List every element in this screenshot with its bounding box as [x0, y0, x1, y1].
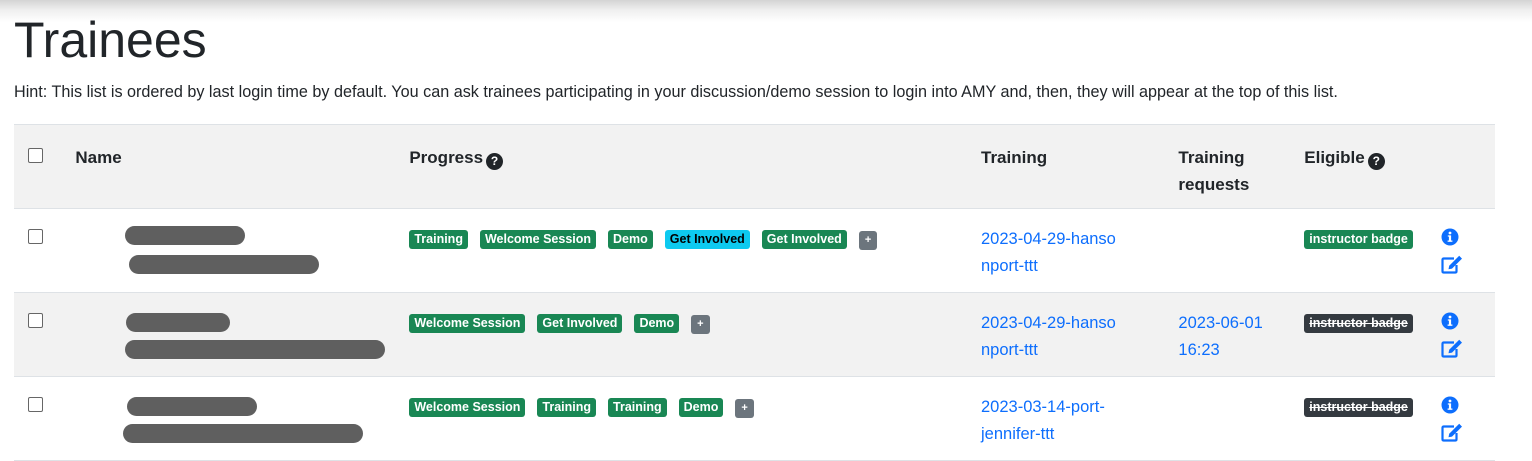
header-select-cell [14, 124, 64, 209]
redacted-email [123, 424, 364, 443]
edit-icon[interactable] [1441, 255, 1463, 283]
training-cell: 2023-04-29-hansonport-ttt [969, 293, 1166, 377]
row-select-cell [14, 377, 63, 461]
trainees-table: Name Progress? Training Training request… [14, 124, 1495, 461]
eligible-cell: instructor badge [1292, 209, 1437, 293]
table-row: Training Welcome Session Demo Get Involved G… [14, 209, 1495, 293]
header-training: Training [969, 124, 1167, 209]
info-circle-icon[interactable] [1441, 228, 1459, 255]
eligible-badge: instructor badge [1304, 398, 1413, 417]
table-header-row: Name Progress? Training Training request… [14, 124, 1495, 209]
row-checkbox[interactable] [28, 229, 43, 244]
name-cell [63, 377, 397, 461]
header-eligible-label: Eligible [1304, 148, 1365, 167]
actions-cell [1437, 293, 1495, 377]
redacted-name[interactable] [126, 313, 231, 332]
table-row: Welcome Session Training Training Demo + 202… [14, 377, 1495, 461]
header-training-requests: Training requests [1166, 124, 1293, 209]
info-circle-icon[interactable] [1441, 396, 1459, 423]
hint-text: Hint: This list is ordered by last login… [14, 83, 1338, 101]
header-eligible: Eligible? [1292, 124, 1437, 209]
progress-cell: Welcome Session Get Involved Demo + [397, 293, 969, 377]
request-cell [1166, 377, 1292, 461]
eligible-badge: instructor badge [1304, 230, 1413, 249]
row-checkbox[interactable] [28, 397, 43, 412]
progress-badge: Training [608, 398, 667, 417]
eligible-cell: instructor badge [1292, 293, 1437, 377]
progress-cell: Welcome Session Training Training Demo + [397, 377, 969, 461]
eligible-cell: instructor badge [1292, 377, 1437, 461]
header-progress: Progress? [397, 124, 969, 209]
progress-badge: Demo [634, 314, 680, 333]
progress-badge: Get Involved [761, 230, 847, 249]
actions-cell [1437, 377, 1495, 461]
add-progress-button[interactable]: + [691, 315, 710, 334]
edit-icon[interactable] [1441, 339, 1463, 367]
training-cell: 2023-04-29-hansonport-ttt [969, 209, 1166, 293]
header-name[interactable]: Name [63, 124, 398, 209]
progress-badge: Get Involved [664, 230, 750, 249]
name-cell [63, 209, 397, 293]
request-cell: 2023-06-01 16:23 [1166, 293, 1292, 377]
training-link[interactable]: 2023-03-14-port-jennifer-ttt [981, 394, 1121, 448]
progress-badge: Welcome Session [409, 314, 526, 333]
header-actions [1436, 124, 1495, 209]
page-title: Trainees [14, 12, 207, 68]
add-progress-button[interactable]: + [858, 231, 878, 250]
row-select-cell [14, 209, 63, 293]
actions-cell [1437, 209, 1495, 293]
redacted-email [129, 255, 320, 274]
table-row: Welcome Session Get Involved Demo + 2023-04… [14, 292, 1495, 377]
progress-badge: Training [537, 398, 597, 417]
question-circle-icon[interactable]: ? [1367, 153, 1385, 170]
question-circle-icon[interactable]: ? [486, 153, 504, 170]
request-cell [1166, 209, 1292, 293]
training-link[interactable]: 2023-04-29-hansonport-ttt [981, 310, 1121, 364]
name-cell [63, 293, 397, 377]
redacted-email [125, 340, 386, 359]
header-progress-label: Progress [409, 148, 484, 167]
progress-badge: Welcome Session [479, 230, 597, 249]
redacted-name[interactable] [125, 226, 246, 245]
edit-icon[interactable] [1441, 423, 1463, 451]
row-select-cell [14, 293, 63, 377]
row-checkbox[interactable] [28, 313, 43, 328]
progress-badge: Welcome Session [409, 398, 526, 417]
progress-badge: Get Involved [537, 314, 623, 333]
progress-badge: Demo [608, 230, 653, 249]
add-progress-button[interactable]: + [735, 399, 754, 418]
training-cell: 2023-03-14-port-jennifer-ttt [969, 377, 1166, 461]
top-shadow [0, 0, 1532, 22]
training-request-link[interactable]: 2023-06-01 16:23 [1178, 310, 1278, 364]
progress-badge: Demo [678, 398, 724, 417]
redacted-name[interactable] [127, 397, 258, 416]
progress-cell: Training Welcome Session Demo Get Involved G… [397, 209, 969, 293]
eligible-badge: instructor badge [1304, 314, 1413, 333]
info-circle-icon[interactable] [1441, 312, 1459, 339]
progress-badge: Training [409, 230, 468, 249]
training-link[interactable]: 2023-04-29-hansonport-ttt [981, 226, 1121, 280]
select-all-checkbox[interactable] [28, 148, 43, 163]
